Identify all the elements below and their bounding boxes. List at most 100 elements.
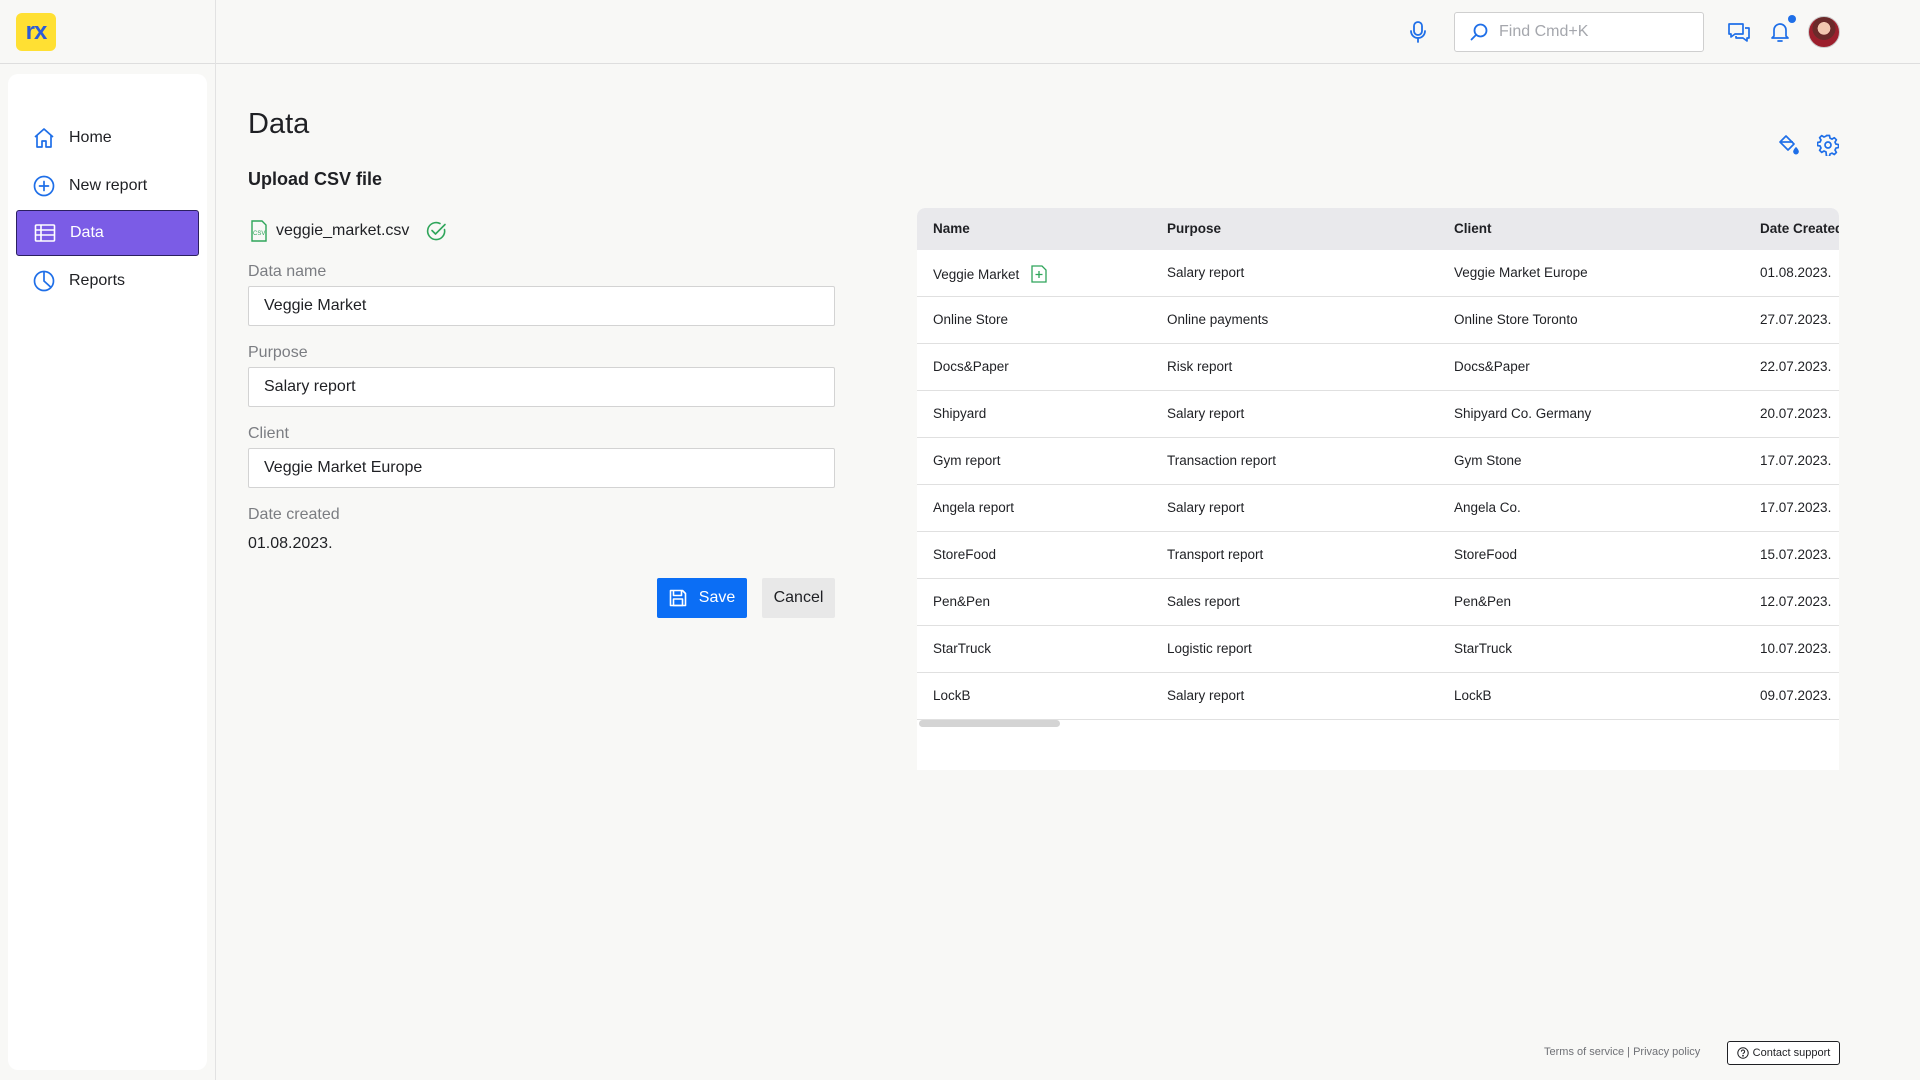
search-box[interactable]: [1454, 12, 1704, 52]
table-cell-name: Angela report: [933, 500, 1015, 515]
table-row[interactable]: Shipyard Salary report Shipyard Co. Germ…: [917, 391, 1839, 438]
table-cell-name: Pen&Pen: [933, 594, 991, 609]
table-cell-purpose: Online payments: [1167, 312, 1269, 327]
top-bar: rx: [0, 0, 1920, 64]
client-input[interactable]: [248, 448, 835, 488]
contact-support-label: Contact support: [1752, 1047, 1831, 1059]
sidebar-item-label: Data: [70, 224, 104, 241]
data-table-icon: [34, 224, 56, 242]
uploaded-file: CSV veggie_market.csv: [250, 220, 447, 242]
svg-text:CSV: CSV: [253, 231, 265, 237]
table-cell-date: 12.07.2023.: [1760, 594, 1832, 609]
column-header-date-created[interactable]: Date Created: [1760, 221, 1839, 236]
save-button-label: Save: [698, 589, 736, 606]
chat-icon[interactable]: [1727, 20, 1751, 44]
plus-circle-icon: [33, 175, 55, 197]
scrollbar-thumb[interactable]: [919, 720, 1060, 727]
sidebar-item-new-report[interactable]: New report: [16, 163, 199, 209]
table-header: Name Purpose Client Date Created: [917, 208, 1839, 250]
client-label: Client: [248, 425, 289, 442]
table-cell-purpose: Sales report: [1167, 594, 1240, 609]
table-row[interactable]: LockB Salary report LockB 09.07.2023.: [917, 673, 1839, 720]
table-row[interactable]: StoreFood Transport report StoreFood 15.…: [917, 532, 1839, 579]
floppy-disk-icon: [669, 589, 687, 607]
table-cell-client: LockB: [1454, 688, 1492, 703]
purpose-label: Purpose: [248, 344, 308, 361]
table-cell-purpose: Risk report: [1167, 359, 1233, 374]
home-icon: [34, 128, 54, 148]
table-row[interactable]: Veggie Market Salary report Veggie Marke…: [917, 250, 1839, 297]
table-cell-date: 15.07.2023.: [1760, 547, 1832, 562]
sidebar: Home New report Data Reports: [8, 74, 207, 1070]
table-row[interactable]: Docs&Paper Risk report Docs&Paper 22.07.…: [917, 344, 1839, 391]
paint-bucket-icon[interactable]: [1777, 134, 1799, 156]
sidebar-item-reports[interactable]: Reports: [16, 258, 199, 304]
table-cell-purpose: Logistic report: [1167, 641, 1252, 656]
data-name-input[interactable]: [248, 286, 835, 326]
table-cell-date: 20.07.2023.: [1760, 406, 1832, 421]
table-row[interactable]: Pen&Pen Sales report Pen&Pen 12.07.2023.: [917, 579, 1839, 626]
table-cell-client: Gym Stone: [1454, 453, 1522, 468]
sidebar-item-label: Reports: [69, 272, 126, 289]
app-logo[interactable]: rx: [16, 13, 56, 51]
microphone-icon[interactable]: [1408, 20, 1428, 44]
table-cell-date: 22.07.2023.: [1760, 359, 1832, 374]
search-input[interactable]: [1499, 23, 1689, 41]
new-file-icon: [1031, 265, 1047, 283]
column-header-client[interactable]: Client: [1454, 221, 1492, 236]
table-row[interactable]: Angela report Salary report Angela Co. 1…: [917, 485, 1839, 532]
upload-section-title: Upload CSV file: [248, 169, 383, 189]
sidebar-item-label: Home: [69, 129, 112, 146]
table-cell-date: 27.07.2023.: [1760, 312, 1832, 327]
save-button[interactable]: Save: [657, 578, 747, 618]
table-cell-date: 10.07.2023.: [1760, 641, 1832, 656]
table-row[interactable]: StarTruck Logistic report StarTruck 10.0…: [917, 626, 1839, 673]
table-cell-client: Pen&Pen: [1454, 594, 1512, 609]
csv-file-icon: CSV: [251, 220, 267, 242]
pie-chart-icon: [33, 270, 55, 292]
table-cell-purpose: Transport report: [1167, 547, 1264, 562]
table-cell-purpose: Salary report: [1167, 688, 1245, 703]
table-cell-client: Online Store Toronto: [1454, 312, 1578, 327]
table-cell-date: 17.07.2023.: [1760, 500, 1832, 515]
cell-text: Veggie Market: [933, 266, 1020, 282]
date-created-label: Date created: [248, 506, 340, 523]
terms-of-service-link[interactable]: Terms of service: [1544, 1046, 1624, 1058]
table-cell-name: Online Store: [933, 312, 1009, 327]
table-cell-client: StarTruck: [1454, 641, 1513, 656]
sidebar-divider: [215, 0, 216, 1080]
table-cell-name: Veggie Market: [933, 265, 1047, 283]
page-title: Data: [248, 108, 310, 140]
table-cell-date: 09.07.2023.: [1760, 688, 1832, 703]
table-cell-client: Shipyard Co. Germany: [1454, 406, 1592, 421]
column-header-purpose[interactable]: Purpose: [1167, 221, 1221, 236]
table-cell-name: LockB: [933, 688, 971, 703]
table-cell-name: StarTruck: [933, 641, 992, 656]
contact-support-button[interactable]: Contact support: [1727, 1041, 1840, 1065]
gear-icon[interactable]: [1817, 134, 1839, 156]
question-circle-icon: [1736, 1047, 1749, 1059]
column-header-name[interactable]: Name: [933, 221, 970, 236]
footer-links: Terms of service | Privacy policy: [1544, 1046, 1700, 1058]
table-cell-client: StoreFood: [1454, 547, 1518, 562]
sidebar-item-home[interactable]: Home: [16, 115, 199, 161]
table-row[interactable]: Gym report Transaction report Gym Stone …: [917, 438, 1839, 485]
table-cell-purpose: Salary report: [1167, 265, 1245, 280]
table-cell-purpose: Salary report: [1167, 500, 1245, 515]
data-name-label: Data name: [248, 263, 327, 280]
privacy-policy-link[interactable]: Privacy policy: [1633, 1046, 1700, 1058]
bell-icon[interactable]: [1768, 20, 1792, 44]
sidebar-item-data[interactable]: Data: [16, 210, 199, 256]
purpose-input[interactable]: [248, 367, 835, 407]
footer-separator: |: [1624, 1046, 1634, 1058]
cancel-button[interactable]: Cancel: [762, 578, 835, 618]
table-cell-client: Angela Co.: [1454, 500, 1521, 515]
date-created-value: 01.08.2023.: [248, 535, 333, 552]
avatar[interactable]: [1808, 16, 1840, 48]
check-circle-icon: [427, 221, 447, 241]
table-row[interactable]: Online Store Online payments Online Stor…: [917, 297, 1839, 344]
table-cell-name: Shipyard: [933, 406, 987, 421]
table-cell-date: 01.08.2023.: [1760, 265, 1832, 280]
table-cell-client: Docs&Paper: [1454, 359, 1530, 374]
table-cell-name: Gym report: [933, 453, 1001, 468]
